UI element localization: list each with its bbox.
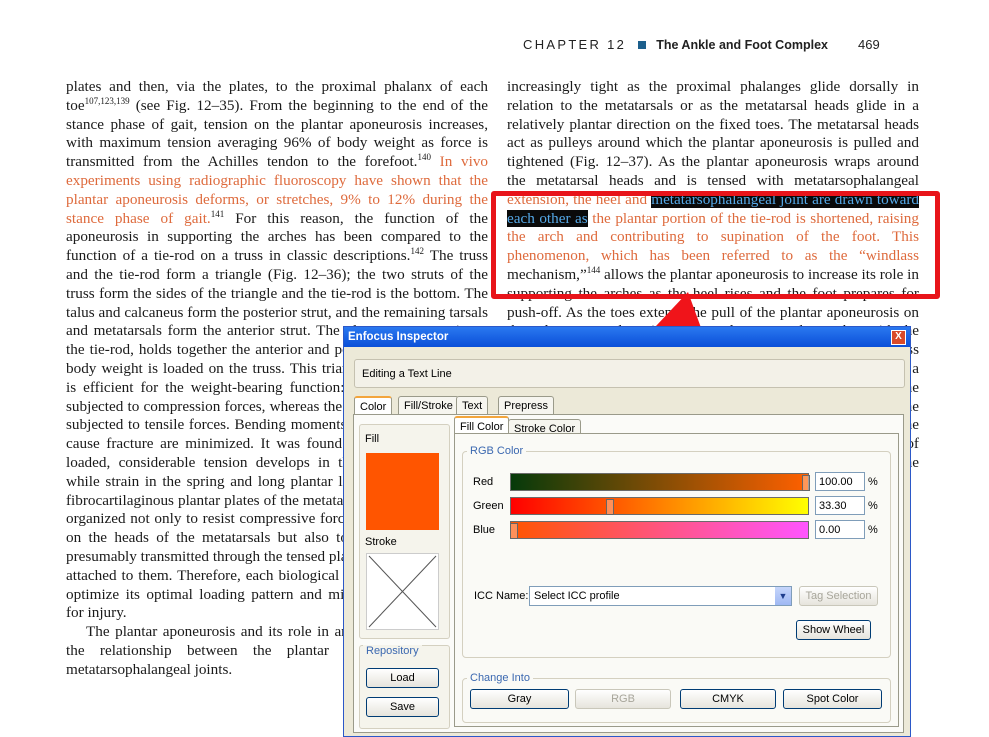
chevron-down-icon[interactable]: ▼ xyxy=(775,587,791,605)
blue-unit: % xyxy=(868,524,878,536)
fill-label: Fill xyxy=(365,433,380,445)
rgb-button[interactable]: RGB xyxy=(575,689,671,709)
gray-button[interactable]: Gray xyxy=(470,689,569,709)
stroke-label: Stroke xyxy=(365,536,397,548)
spot-color-button[interactable]: Spot Color xyxy=(783,689,882,709)
rgb-color-title: RGB Color xyxy=(467,445,527,457)
red-slider-handle[interactable] xyxy=(802,475,810,491)
enfocus-inspector-dialog: Enfocus Inspector X Editing a Text Line … xyxy=(343,326,911,737)
header-square-icon xyxy=(638,41,647,50)
save-button[interactable]: Save xyxy=(366,697,439,717)
tab-text[interactable]: Text xyxy=(456,396,489,415)
dialog-title: Enfocus Inspector xyxy=(348,331,449,343)
blue-slider[interactable] xyxy=(510,521,809,539)
annotation-highlight-box xyxy=(491,191,940,299)
green-value-input[interactable]: 33.30 xyxy=(815,496,865,515)
close-button[interactable]: X xyxy=(891,330,906,345)
editing-status: Editing a Text Line xyxy=(354,359,905,388)
red-value-input[interactable]: 100.00 xyxy=(815,472,865,491)
icc-profile-select[interactable]: Select ICC profile ▼ xyxy=(529,586,792,606)
show-wheel-button[interactable]: Show Wheel xyxy=(796,620,871,640)
green-slider[interactable] xyxy=(510,497,809,515)
chapter-label: CHAPTER 12 xyxy=(523,37,627,52)
repository-title: Repository xyxy=(363,645,422,657)
fill-color-swatch[interactable] xyxy=(366,453,439,530)
icc-name-label: ICC Name: xyxy=(474,590,529,602)
page-header: CHAPTER 12 The Ankle and Foot Complex 469 xyxy=(523,37,880,52)
red-label: Red xyxy=(473,476,494,488)
load-button[interactable]: Load xyxy=(366,668,439,688)
green-unit: % xyxy=(868,500,878,512)
blue-label: Blue xyxy=(473,524,496,536)
red-slider[interactable] xyxy=(510,473,810,491)
green-label: Green xyxy=(473,500,504,512)
tab-fill-stroke[interactable]: Fill/Stroke xyxy=(398,396,459,415)
blue-value-input[interactable]: 0.00 xyxy=(815,520,865,539)
red-unit: % xyxy=(868,476,878,488)
icc-profile-value: Select ICC profile xyxy=(534,590,620,602)
tag-selection-button[interactable]: Tag Selection xyxy=(799,586,878,606)
cmyk-button[interactable]: CMYK xyxy=(680,689,776,709)
change-into-title: Change Into xyxy=(467,672,533,684)
green-slider-handle[interactable] xyxy=(606,499,614,515)
stroke-none-swatch[interactable] xyxy=(366,553,439,630)
no-stroke-icon xyxy=(368,555,437,628)
page-number: 469 xyxy=(857,37,880,52)
tab-prepress[interactable]: Prepress xyxy=(498,396,555,415)
dialog-titlebar[interactable]: Enfocus Inspector X xyxy=(344,327,910,347)
blue-slider-handle[interactable] xyxy=(510,523,518,539)
chapter-title: The Ankle and Foot Complex xyxy=(656,38,828,52)
